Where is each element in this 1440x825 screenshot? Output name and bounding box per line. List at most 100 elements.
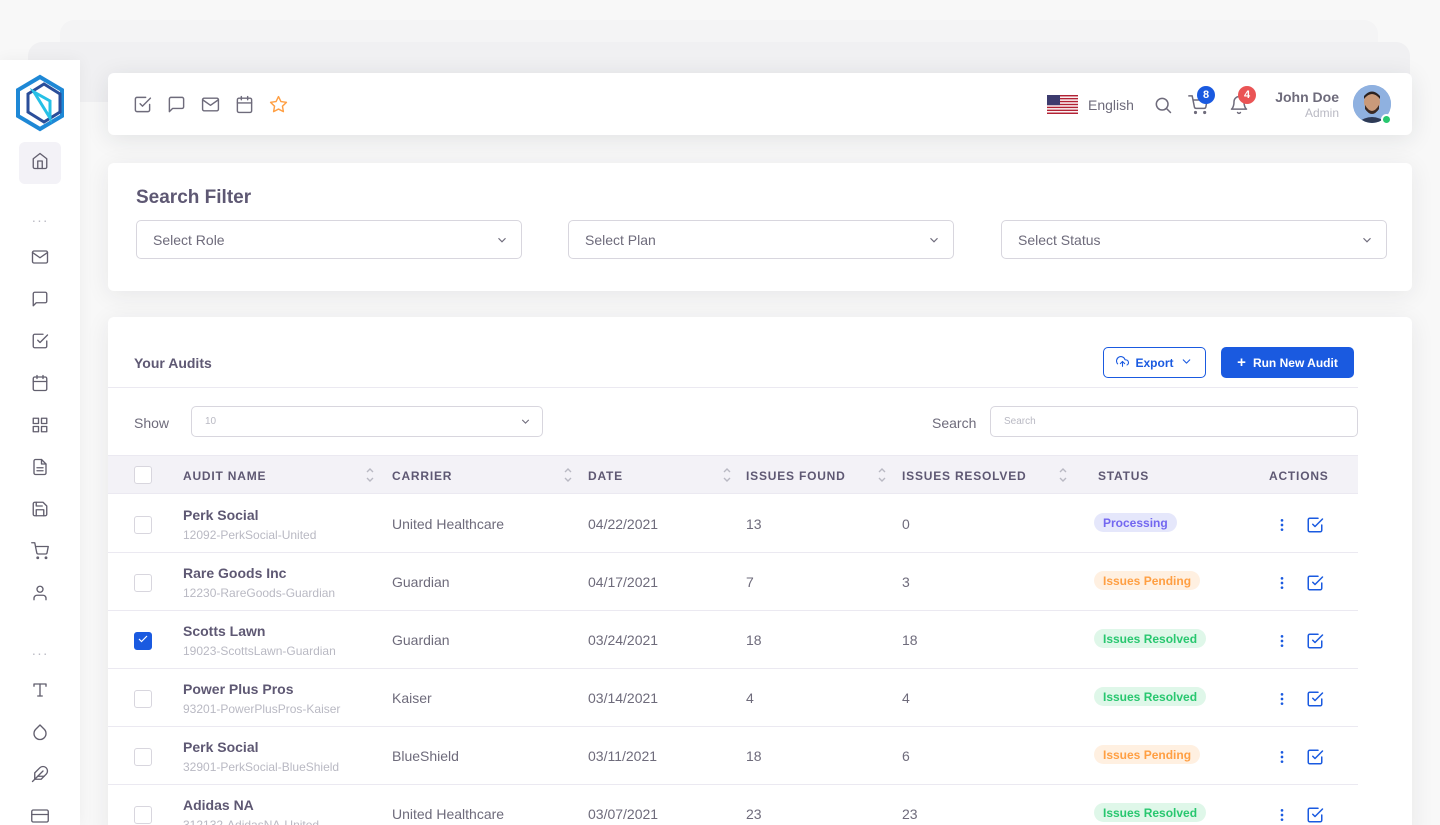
column-header-carrier[interactable]: CARRIER [392,469,452,483]
issues-resolved-cell: 18 [902,632,918,648]
row-checkbox[interactable] [134,574,152,592]
date-cell: 03/14/2021 [588,690,659,706]
table-row[interactable]: Perk Social 32901-PerkSocial-BlueShield Bl… [108,727,1358,785]
more-vertical-icon[interactable] [1274,806,1290,824]
more-vertical-icon[interactable] [1274,516,1290,534]
sort-icon[interactable] [563,465,573,485]
sidebar-item-typography[interactable] [30,682,50,702]
sidebar-item-feather[interactable] [30,765,50,788]
sidebar-item-home[interactable] [19,142,61,184]
sort-icon[interactable] [365,465,375,485]
calendar-icon[interactable] [234,94,254,114]
sidebar-item-apps[interactable] [30,417,50,437]
issues-found-cell: 18 [746,748,762,764]
mail-icon[interactable] [200,94,220,114]
row-checkbox[interactable] [134,806,152,824]
carrier-cell: United Healthcare [392,516,505,532]
audit-name[interactable]: Perk Social [183,739,259,755]
chat-icon [31,290,49,313]
chat-icon[interactable] [166,94,186,114]
table-row[interactable]: Rare Goods Inc 12230-RareGoods-Guardian Gu… [108,553,1358,611]
run-new-audit-button[interactable]: + Run New Audit [1221,347,1354,378]
column-header-status[interactable]: STATUS [1098,469,1149,483]
section-divider-dots: ··· [31,212,49,228]
table-row[interactable]: Perk Social 12092-PerkSocial-United United… [108,495,1358,553]
sidebar-item-calendar[interactable] [30,374,50,397]
row-checkbox[interactable] [134,516,152,534]
table-search-input[interactable] [990,406,1358,437]
logo[interactable] [14,74,66,132]
sidebar-item-email[interactable] [30,249,50,269]
sidebar-item-user[interactable] [30,585,50,605]
check-icon [137,632,149,650]
column-header-date[interactable]: DATE [588,469,623,483]
status-select-label: Select Status [1018,232,1101,248]
sort-icon[interactable] [877,465,887,485]
issues-found-cell: 4 [746,690,754,706]
column-header-issues-resolved[interactable]: ISSUES RESOLVED [902,469,1026,483]
run-new-audit-label: Run New Audit [1252,355,1338,370]
audit-name[interactable]: Power Plus Pros [183,681,293,697]
sidebar-item-invoice[interactable] [30,458,50,481]
plan-select[interactable]: Select Plan [568,220,954,259]
more-vertical-icon[interactable] [1274,632,1290,650]
issues-found-cell: 23 [746,806,762,822]
audit-name[interactable]: Perk Social [183,507,259,523]
credit-card-icon [31,807,49,825]
issues-resolved-cell: 6 [902,748,910,764]
user-name[interactable]: John Doe [1275,89,1339,105]
feather-icon [31,765,49,788]
edit-check-icon[interactable] [1306,516,1324,534]
select-all-checkbox[interactable] [134,466,152,484]
sidebar-item-save[interactable] [30,501,50,521]
us-flag-icon[interactable] [1047,95,1078,114]
chevron-down-icon [495,233,509,247]
status-select[interactable]: Select Status [1001,220,1387,259]
sidebar-item-cards[interactable] [30,808,50,825]
column-header-audit-name[interactable]: AUDIT NAME [183,469,266,483]
edit-check-icon[interactable] [1306,690,1324,708]
issues-resolved-cell: 3 [902,574,910,590]
sidebar-item-chat[interactable] [30,291,50,311]
sidebar-item-todo[interactable] [30,333,50,353]
mail-icon [31,248,49,271]
table-row[interactable]: Adidas NA 312132-AdidasNA-United United He… [108,785,1358,825]
row-checkbox[interactable] [134,690,152,708]
page-size-select[interactable]: 10 [191,406,543,437]
date-cell: 03/07/2021 [588,806,659,822]
sort-icon[interactable] [722,465,732,485]
row-checkbox[interactable] [134,748,152,766]
export-button[interactable]: Export [1103,347,1206,378]
edit-check-icon[interactable] [1306,748,1324,766]
file-text-icon [31,458,49,481]
edit-check-icon[interactable] [1306,574,1324,592]
more-vertical-icon[interactable] [1274,574,1290,592]
sidebar: ··· ··· [0,60,80,825]
edit-check-icon[interactable] [1306,632,1324,650]
edit-check-icon[interactable] [1306,806,1324,824]
audit-name[interactable]: Adidas NA [183,797,254,813]
row-checkbox[interactable] [134,632,152,650]
language-selector[interactable]: English [1088,97,1134,113]
audits-card: Your Audits Export + Run New Audit Show … [108,317,1412,825]
sidebar-item-shop[interactable] [30,541,50,563]
search-icon[interactable] [1153,95,1173,120]
grid-icon [31,416,49,439]
more-vertical-icon[interactable] [1274,690,1290,708]
droplet-icon [31,723,49,746]
audit-name[interactable]: Scotts Lawn [183,623,265,639]
audit-name[interactable]: Rare Goods Inc [183,565,286,581]
sort-icon[interactable] [1058,465,1068,485]
more-vertical-icon[interactable] [1274,748,1290,766]
role-select[interactable]: Select Role [136,220,522,259]
table-row[interactable]: Power Plus Pros 93201-PowerPlusPros-Kaise… [108,669,1358,727]
column-header-issues-found[interactable]: ISSUES FOUND [746,469,846,483]
star-icon[interactable] [268,94,288,114]
issues-found-cell: 7 [746,574,754,590]
calendar-icon [31,374,49,397]
check-square-icon[interactable] [132,94,152,114]
sidebar-item-colors[interactable] [30,723,50,746]
carrier-cell: BlueShield [392,748,459,764]
date-cell: 04/17/2021 [588,574,659,590]
table-row[interactable]: Scotts Lawn 19023-ScottsLawn-Guardian Guar… [108,611,1358,669]
